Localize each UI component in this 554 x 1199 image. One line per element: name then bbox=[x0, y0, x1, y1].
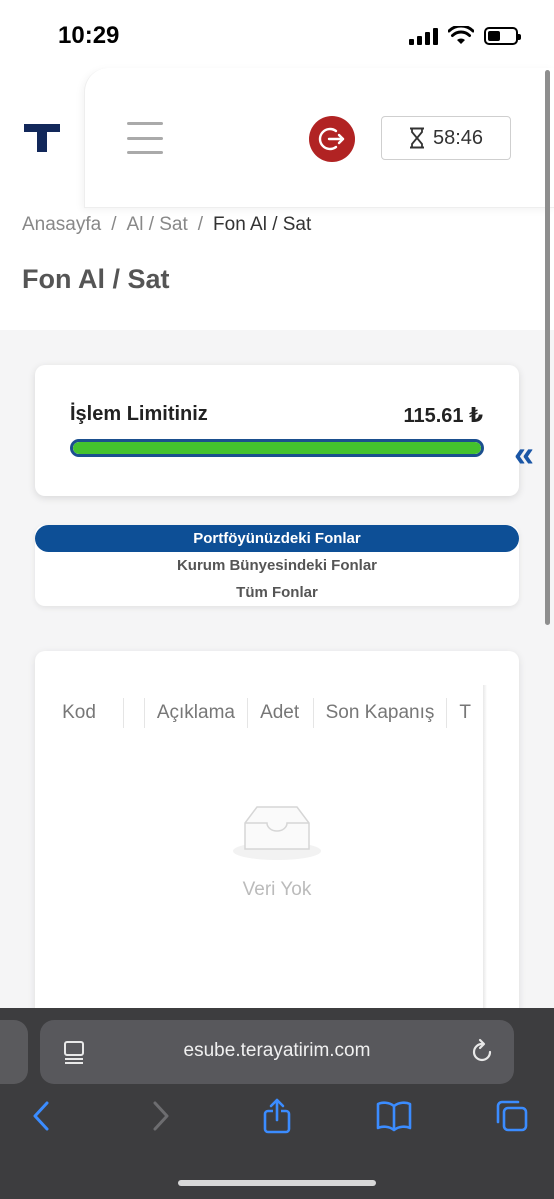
column-header-aciklama[interactable]: Açıklama bbox=[145, 698, 249, 728]
column-header-adet[interactable]: Adet bbox=[248, 698, 314, 728]
forward-icon[interactable] bbox=[142, 1098, 178, 1134]
breadcrumb-separator: / bbox=[111, 214, 117, 235]
status-bar: 10:29 bbox=[0, 0, 554, 68]
limit-label: İşlem Limitiniz bbox=[70, 403, 208, 425]
column-header-son-kapanis[interactable]: Son Kapanış bbox=[314, 698, 448, 728]
breadcrumb-separator: / bbox=[197, 214, 204, 235]
transaction-limit-card: İşlem Limitiniz 115.61 ₺ bbox=[35, 365, 519, 496]
address-bar[interactable]: esube.terayatirim.com bbox=[40, 1020, 514, 1084]
empty-state-text: Veri Yok bbox=[242, 879, 312, 900]
session-timer-button[interactable]: 58:46 bbox=[381, 116, 511, 160]
header-toolbar: 58:46 bbox=[84, 68, 554, 208]
breadcrumb: Anasayfa / Al / Sat / Fon Al / Sat bbox=[22, 214, 311, 236]
table-header: Kod Açıklama Adet Son Kapanış T bbox=[35, 695, 483, 731]
tab-portfolio-funds[interactable]: Portföyünüzdeki Fonlar bbox=[35, 525, 519, 552]
tera-logo-icon[interactable] bbox=[24, 122, 60, 154]
tabs-icon[interactable] bbox=[494, 1098, 530, 1134]
share-icon[interactable] bbox=[259, 1098, 295, 1134]
fund-tabs: Portföyünüzdeki Fonlar Kurum Bünyesindek… bbox=[35, 525, 519, 606]
column-header-blank bbox=[124, 698, 145, 728]
battery-icon bbox=[484, 27, 521, 45]
home-indicator bbox=[178, 1180, 376, 1186]
wifi-icon bbox=[448, 26, 474, 44]
column-header-kod[interactable]: Kod bbox=[35, 698, 125, 728]
reload-icon[interactable] bbox=[468, 1038, 496, 1066]
back-icon[interactable] bbox=[24, 1098, 60, 1134]
address-bar-url: esube.terayatirim.com bbox=[183, 1040, 371, 1061]
status-time: 10:29 bbox=[58, 22, 120, 49]
previous-tab-peek[interactable] bbox=[0, 1020, 28, 1084]
logout-button[interactable] bbox=[309, 116, 355, 162]
tab-all-funds[interactable]: Tüm Fonlar bbox=[35, 579, 519, 606]
hourglass-icon bbox=[409, 127, 424, 149]
browser-toolbar: esube.terayatirim.com bbox=[0, 1008, 554, 1199]
cellular-signal-icon bbox=[409, 27, 438, 45]
breadcrumb-al-sat[interactable]: Al / Sat bbox=[127, 214, 188, 236]
bookmarks-icon[interactable] bbox=[376, 1098, 412, 1134]
empty-inbox-icon bbox=[233, 806, 321, 860]
tab-institution-funds[interactable]: Kurum Bünyesindeki Fonlar bbox=[35, 552, 519, 579]
menu-icon[interactable] bbox=[127, 122, 163, 154]
logout-icon bbox=[318, 127, 345, 151]
page-title: Fon Al / Sat bbox=[22, 264, 170, 294]
limit-value: 115.61 ₺ bbox=[403, 405, 483, 427]
column-header-t[interactable]: T bbox=[447, 698, 483, 728]
page-scrollbar[interactable] bbox=[545, 70, 550, 625]
limit-progress-fill bbox=[73, 442, 481, 454]
double-chevron-left-icon[interactable]: « bbox=[514, 436, 534, 472]
session-timer-value: 58:46 bbox=[432, 126, 484, 149]
breadcrumb-current: Fon Al / Sat bbox=[213, 214, 312, 235]
breadcrumb-home[interactable]: Anasayfa bbox=[22, 214, 101, 236]
status-icons bbox=[409, 26, 521, 46]
app-header: 58:46 Anasayfa / Al / Sat / Fon Al / Sat… bbox=[0, 68, 554, 330]
limit-progress-bar bbox=[70, 439, 484, 457]
